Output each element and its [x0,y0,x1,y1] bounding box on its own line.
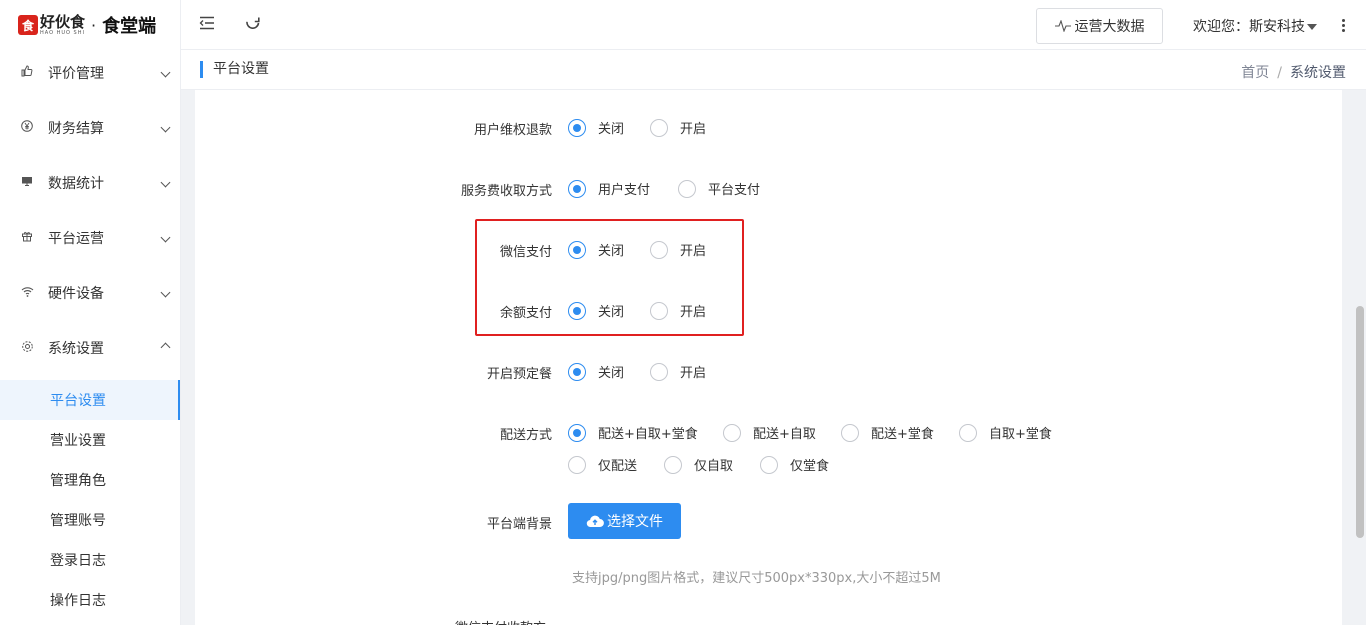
delivery-only-deliver-radio[interactable]: 仅配送 [568,455,637,474]
form-label: 用户维权退款 [473,123,552,138]
preorder-off-radio[interactable]: 关闭 [568,362,624,381]
refund-off-radio[interactable]: 关闭 [568,118,624,137]
chevron-down-icon [150,65,180,80]
breadcrumb-separator: / [1277,65,1282,81]
sidebar-item-platform-settings[interactable]: 平台设置 [0,380,180,420]
sidebar-group-reviews[interactable]: 评价管理 [0,45,180,100]
refresh-icon[interactable] [243,15,263,35]
scrollbar-thumb[interactable] [1356,306,1364,538]
welcome-text: 欢迎您：斯安科技 [1193,19,1305,35]
form-row-refund: 用户维权退款 关闭 开启 [195,115,1342,139]
yen-icon [20,120,34,135]
form-label: 开启预定餐 [486,367,552,382]
delivery-deliver-pickup-radio[interactable]: 配送+自取 [723,423,816,442]
chevron-up-icon [150,340,180,355]
form-row-delivery: 配送方式 配送+自取+堂食 配送+自取 配送+堂食 自取+堂食 [195,420,1342,444]
form-label: 配送方式 [499,428,552,443]
choose-file-label: 选择文件 [607,514,663,530]
refund-on-radio[interactable]: 开启 [650,118,706,137]
highlight-box [475,219,744,336]
page-header: 平台设置 首页 / 系统设置 [181,50,1366,90]
breadcrumb-home[interactable]: 首页 [1241,65,1269,81]
sidebar-group-label: 硬件设备 [48,285,104,302]
sidebar-item-manage-accounts[interactable]: 管理账号 [0,500,180,540]
big-data-label: 运营大数据 [1074,19,1145,35]
chevron-down-icon [150,285,180,300]
brand-sub: HAO HUO SHI [40,29,85,36]
form-row-wechat-pay: 微信支付 关闭 开启 [195,237,1342,261]
service-fee-platform-radio[interactable]: 平台支付 [678,179,760,198]
sidebar-group-operations[interactable]: 平台运营 [0,210,180,265]
service-fee-user-radio[interactable]: 用户支付 [568,179,650,198]
more-vertical-icon[interactable] [1338,15,1348,35]
sidebar-item-business-settings[interactable]: 营业设置 [0,420,180,460]
thumbs-up-icon [20,65,34,80]
sidebar-item-manage-roles[interactable]: 管理角色 [0,460,180,500]
delivery-only-pickup-radio[interactable]: 仅自取 [664,455,733,474]
caret-down-icon [1307,24,1317,30]
sidebar-group-hardware[interactable]: 硬件设备 [0,265,180,320]
monitor-icon [20,175,34,190]
upload-hint: 支持jpg/png图片格式，建议尺寸500px*330px,大小不超过5M [572,571,941,586]
user-menu[interactable]: 欢迎您：斯安科技 [1193,16,1317,36]
logo: 食 好伙食 HAO HUO SHI · 食堂端 [0,0,180,50]
brand-logo-icon: 食 [18,15,38,35]
wifi-icon [20,286,34,300]
form-row-service-fee: 服务费收取方式 用户支付 平台支付 [195,176,1342,200]
settings-form: 用户维权退款 关闭 开启 服务费收取方式 用户支付 平台支付 微信支付 关闭 开… [195,90,1342,625]
sidebar: 食 好伙食 HAO HUO SHI · 食堂端 评价管理 财务结算 数据统计 平… [0,0,181,625]
sidebar-group-label: 财务结算 [48,120,104,137]
chevron-down-icon [150,175,180,190]
gear-icon [20,340,34,356]
form-row-preorder: 开启预定餐 关闭 开启 [195,359,1342,383]
form-row-background: 平台端背景 [195,509,1342,533]
pulse-icon [1054,20,1071,32]
chevron-down-icon [150,230,180,245]
brand-separator: · [91,15,97,35]
sidebar-group-label: 平台运营 [48,230,104,247]
breadcrumb: 首页 / 系统设置 [1241,62,1346,82]
form-row-delivery-2: 仅配送 仅自取 仅堂食 [195,452,1342,476]
form-row-balance-pay: 余额支付 关闭 开启 [195,298,1342,322]
sidebar-group-system-settings[interactable]: 系统设置 [0,320,180,375]
sidebar-item-login-log[interactable]: 登录日志 [0,540,180,580]
sidebar-group-label: 评价管理 [48,65,104,82]
collapse-menu-icon[interactable] [197,15,217,35]
breadcrumb-current: 系统设置 [1290,65,1346,81]
operations-big-data-button[interactable]: 运营大数据 [1036,8,1163,44]
sidebar-group-label: 数据统计 [48,175,104,192]
sidebar-group-statistics[interactable]: 数据统计 [0,155,180,210]
sidebar-item-operation-log[interactable]: 操作日志 [0,580,180,620]
sidebar-group-label: 系统设置 [48,340,104,357]
delivery-all-radio[interactable]: 配送+自取+堂食 [568,423,698,442]
page-title: 平台设置 [200,61,269,78]
form-label: 服务费收取方式 [460,184,552,199]
cloud-upload-icon [586,515,604,528]
delivery-only-dinein-radio[interactable]: 仅堂食 [760,455,829,474]
choose-file-button[interactable]: 选择文件 [568,503,681,539]
form-label-partial: 微信支付收款方 [455,617,546,625]
gift-icon [20,230,34,245]
chevron-down-icon [150,120,180,135]
form-label: 平台端背景 [486,517,552,532]
app-title: 食堂端 [102,16,157,37]
sidebar-group-finance[interactable]: 财务结算 [0,100,180,155]
delivery-pickup-dinein-radio[interactable]: 自取+堂食 [959,423,1052,442]
brand-name: 好伙食 [40,12,86,31]
delivery-deliver-dinein-radio[interactable]: 配送+堂食 [841,423,934,442]
top-header: 运营大数据 欢迎您：斯安科技 [181,0,1366,50]
preorder-on-radio[interactable]: 开启 [650,362,706,381]
